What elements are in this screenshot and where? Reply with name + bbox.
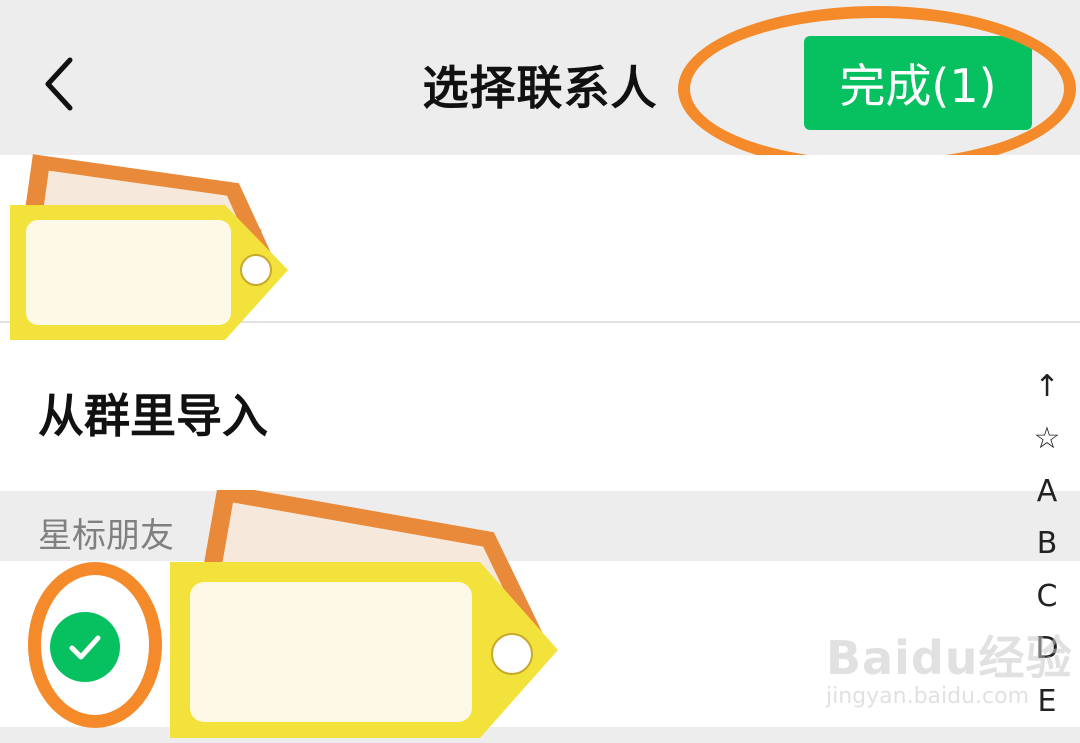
alphabet-index-bar[interactable]: ↑ ☆ A B C D E — [1022, 360, 1072, 728]
index-letter-a[interactable]: A — [1022, 465, 1072, 518]
list-bottom-gap — [0, 727, 1080, 743]
done-button[interactable]: 完成(1) — [804, 36, 1032, 130]
contact-row[interactable] — [0, 561, 1080, 727]
checkmark-icon — [69, 635, 101, 660]
index-up-arrow[interactable]: ↑ — [1022, 360, 1072, 413]
import-from-group-label: 从群里导入 — [38, 389, 268, 443]
section-label-starred: 星标朋友 — [38, 516, 174, 556]
index-letter-d[interactable]: D — [1022, 623, 1072, 676]
selected-checkbox[interactable] — [50, 612, 120, 682]
index-letter-b[interactable]: B — [1022, 518, 1072, 571]
friend-label-partial: 友 — [222, 219, 265, 268]
index-letter-c[interactable]: C — [1022, 570, 1072, 623]
list-item-select-friends[interactable] — [0, 155, 1080, 321]
index-letter-e[interactable]: E — [1022, 675, 1072, 728]
index-star[interactable]: ☆ — [1022, 413, 1072, 466]
